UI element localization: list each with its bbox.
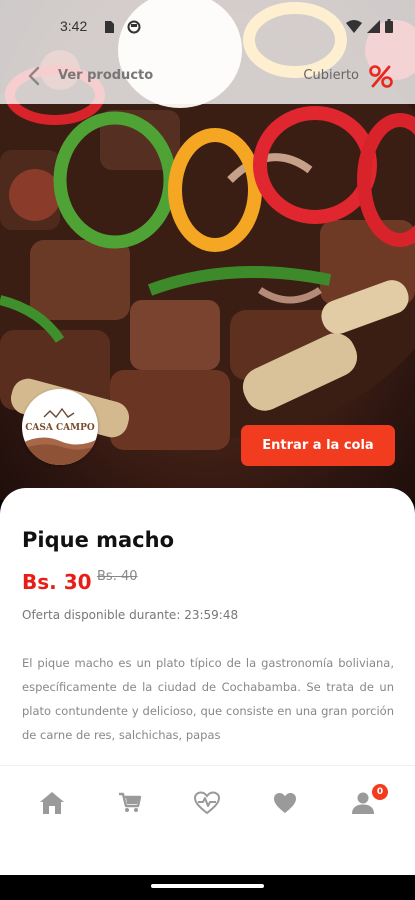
bottom-nav <box>0 765 415 875</box>
product-price: Bs. 30 <box>22 570 92 594</box>
offer-countdown: Oferta disponible durante: 23:59:48 <box>22 608 238 622</box>
circle-icon <box>127 19 141 34</box>
status-bar: 3:42 <box>0 0 415 56</box>
health-icon[interactable] <box>192 788 222 818</box>
app-bar: Ver producto Cubierto <box>0 56 415 96</box>
sim-icon <box>103 19 115 33</box>
offer-timer: 23:59:48 <box>184 608 239 622</box>
system-nav-bar <box>0 875 415 900</box>
product-description: El pique macho es un plato típico de la … <box>22 656 394 742</box>
product-details: Pique macho Bs. 30 Bs. 40 Oferta disponi… <box>0 488 415 765</box>
home-gesture-pill[interactable] <box>151 884 264 888</box>
profile-badge: 0 <box>372 784 388 800</box>
wifi-icon <box>346 18 362 37</box>
cart-icon[interactable] <box>115 788 145 818</box>
join-queue-button[interactable]: Entrar a la cola <box>241 425 395 466</box>
signal-icon <box>367 18 380 37</box>
product-old-price: Bs. 40 <box>97 569 138 584</box>
status-time: 3:42 <box>60 18 88 34</box>
logo-wordmark: CASA CAMPO <box>25 423 95 433</box>
page-title: Ver producto <box>58 68 154 83</box>
battery-icon <box>385 18 393 37</box>
cover-label: Cubierto <box>303 68 359 83</box>
offer-label: Oferta disponible durante: <box>22 608 181 622</box>
product-name: Pique macho <box>22 528 175 552</box>
percent-icon[interactable] <box>367 62 395 90</box>
status-icons <box>346 18 393 37</box>
home-icon[interactable] <box>37 788 67 818</box>
restaurant-logo[interactable]: CASA CAMPO <box>22 389 98 465</box>
heart-icon[interactable] <box>270 788 300 818</box>
chevron-left-icon[interactable] <box>24 64 44 88</box>
